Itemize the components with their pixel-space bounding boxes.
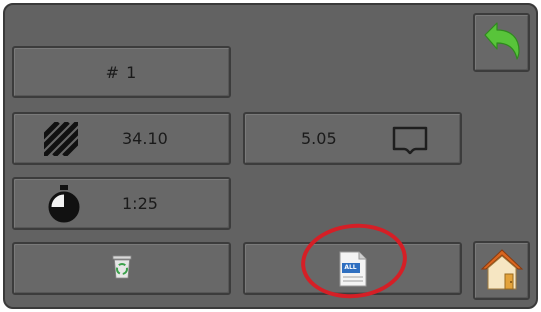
time-button[interactable]: 1:25 [12, 177, 231, 230]
report-document-icon: ALL [338, 251, 368, 287]
area-value: 34.10 [122, 129, 168, 148]
distance-value: 5.05 [301, 129, 337, 148]
record-number-label: # 1 [105, 62, 138, 82]
back-button[interactable] [473, 13, 530, 72]
report-button[interactable]: ALL [243, 242, 462, 295]
distance-button[interactable]: 5.05 [243, 112, 462, 165]
stopwatch-icon [46, 184, 82, 228]
hatched-area-icon [44, 122, 78, 160]
distance-flag-icon [390, 125, 430, 159]
time-value: 1:25 [122, 194, 158, 213]
report-tag: ALL [344, 263, 357, 271]
area-button[interactable]: 34.10 [12, 112, 231, 165]
record-number-button[interactable]: # 1 [12, 46, 231, 98]
home-button[interactable] [473, 241, 530, 300]
delete-button[interactable] [12, 242, 231, 295]
home-icon [480, 247, 524, 295]
recycle-bin-icon [111, 254, 133, 284]
back-arrow-icon [481, 21, 523, 65]
